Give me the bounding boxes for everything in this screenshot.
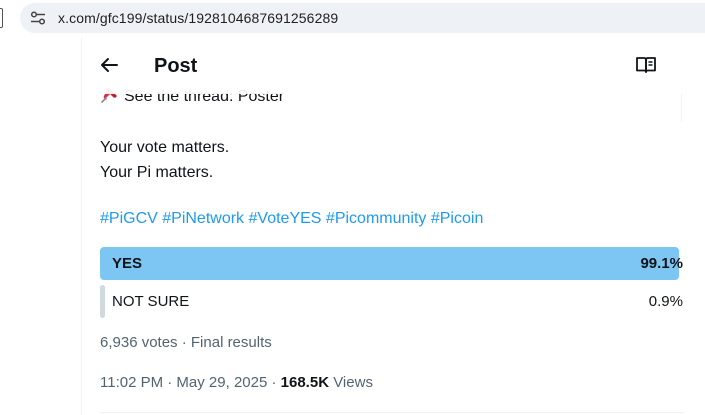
- views-label: Views: [329, 374, 373, 391]
- poll-bar: [100, 285, 106, 318]
- divider: [100, 412, 684, 413]
- hashtag-link[interactable]: #PiGCV: [100, 210, 158, 227]
- poll-option-label: YES: [112, 255, 143, 272]
- post-text: Your vote matters. Your Pi matters.: [100, 135, 229, 185]
- post-time[interactable]: 11:02 PM · May 29, 2025 ·: [100, 374, 281, 391]
- post-timestamp: 11:02 PM · May 29, 2025 · 168.5K Views: [100, 374, 373, 391]
- address-bar[interactable]: x.com/gfc199/status/1928104687691256289: [20, 3, 705, 33]
- poll-option: YES 99.1%: [100, 247, 684, 280]
- page-title: Post: [154, 55, 198, 77]
- hashtag-link[interactable]: #Picoin: [431, 210, 483, 227]
- poll-option-percent: 99.1%: [640, 255, 683, 272]
- poll-option: NOT SURE 0.9%: [100, 285, 684, 318]
- post-text-line: Your vote matters.: [100, 139, 230, 156]
- tune-icon[interactable]: [30, 11, 46, 25]
- poll-votes-summary: 6,936 votes · Final results: [100, 334, 272, 351]
- poll: YES 99.1% NOT SURE 0.9%: [100, 247, 684, 323]
- post-text-line: Your Pi matters.: [100, 164, 214, 181]
- hashtag-link[interactable]: #VoteYES: [249, 210, 322, 227]
- poll-option-percent: 0.9%: [648, 293, 683, 310]
- arrow-left-icon[interactable]: [98, 54, 120, 76]
- browser-toolbar: x.com/gfc199/status/1928104687691256289: [0, 0, 705, 38]
- hashtags: #PiGCV #PiNetwork #VoteYES #Picommunity …: [100, 210, 483, 228]
- open-book-icon[interactable]: [635, 55, 657, 75]
- hashtag-link[interactable]: #Picommunity: [326, 210, 426, 227]
- post-column: Post See the thread: Poster Your vote ma…: [81, 38, 684, 415]
- poll-option-label: NOT SURE: [112, 293, 190, 310]
- url-text[interactable]: x.com/gfc199/status/1928104687691256289: [58, 10, 338, 26]
- tab-edge: [0, 8, 3, 28]
- poll-bar: [100, 247, 679, 280]
- views-count: 168.5K: [280, 374, 330, 391]
- post-header: Post: [82, 38, 684, 94]
- hashtag-link[interactable]: #PiNetwork: [162, 210, 244, 227]
